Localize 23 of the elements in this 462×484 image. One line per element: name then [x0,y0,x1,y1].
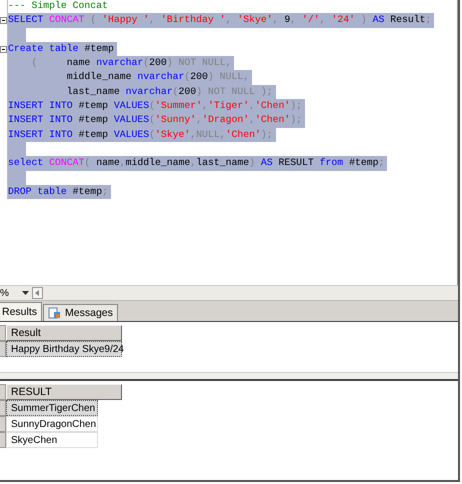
row-header[interactable] [0,384,6,400]
dropdown-arrow-icon[interactable] [22,290,29,296]
code-editor[interactable] [0,0,458,285]
result-cell[interactable]: SkyeChen [6,432,98,448]
column-header[interactable]: Result [6,325,122,341]
result-cell[interactable]: SunnyDragonChen [6,416,98,432]
code-line: --- Simple Concat [8,0,109,13]
result-cell[interactable]: SummerTigerChen [6,400,98,416]
column-header[interactable]: RESULT [6,384,122,400]
row-header[interactable] [0,325,6,341]
row-header[interactable] [0,400,6,416]
result-cell[interactable]: Happy Birthday Skye9/24 [6,341,122,357]
zoom-level[interactable]: % [0,288,9,298]
row-header[interactable] [0,341,6,357]
collapse-icon[interactable] [0,46,7,53]
result-tab[interactable]: Messages [43,304,118,321]
splitter-bar[interactable] [0,372,458,381]
left-arrow-icon [35,290,40,296]
messages-icon [48,307,62,319]
result-tab[interactable]: Results [0,302,42,321]
row-header[interactable] [0,416,6,432]
row-header[interactable] [0,432,6,448]
collapse-icon[interactable] [0,16,7,24]
